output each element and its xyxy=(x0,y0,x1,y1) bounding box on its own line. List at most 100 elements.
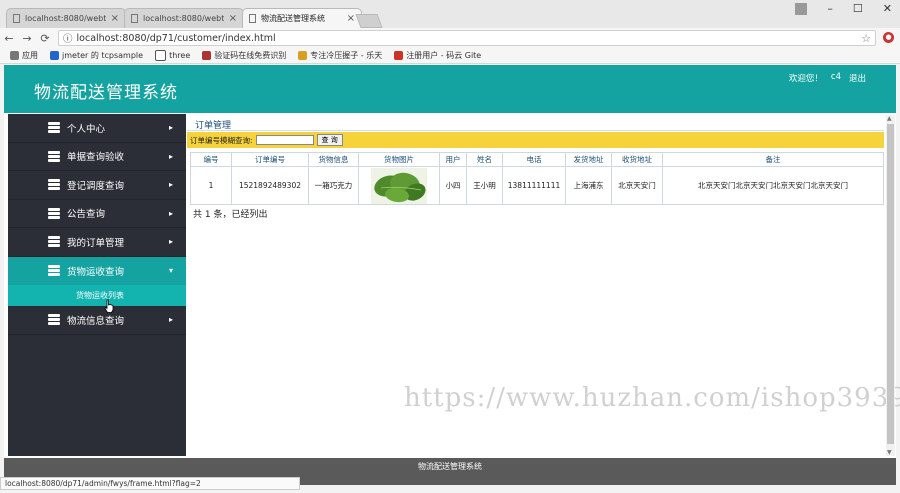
bookmark-label: jmeter 的 tcpsample xyxy=(62,51,144,60)
forward-icon[interactable]: → xyxy=(18,32,36,45)
watermark: https://www.huzhan.com/ishop39397 xyxy=(404,383,900,413)
reload-icon[interactable]: ⟳ xyxy=(36,32,54,45)
site-icon xyxy=(298,51,308,60)
close-icon[interactable]: × xyxy=(111,13,119,24)
bookmark-item[interactable]: three xyxy=(155,50,190,61)
stack-icon xyxy=(48,122,60,133)
cell-remark: 北京天安门北京天安门北京天安门北京天安门 xyxy=(662,166,884,205)
chevron-down-icon: ▾ xyxy=(168,266,173,276)
maximize-icon[interactable]: ☐ xyxy=(853,2,863,15)
order-no-search-input[interactable] xyxy=(255,135,314,145)
chevron-right-icon: ▸ xyxy=(168,315,173,325)
sidebar-item-label: 登记调度查询 xyxy=(67,180,125,192)
browser-status-bar: localhost:8080/dp71/admin/fwys/frame.htm… xyxy=(0,477,300,490)
table-row[interactable]: 1 1521892489302 一箱巧克力 小四 王小明 13811111111… xyxy=(190,166,884,205)
cell-name: 王小明 xyxy=(466,166,503,205)
stack-icon xyxy=(48,207,60,219)
page-icon xyxy=(155,50,167,61)
sidebar-item-label: 物流信息查询 xyxy=(67,315,125,327)
window-controls: – ☐ ✕ xyxy=(795,2,892,15)
scroll-down-icon[interactable]: ▼ xyxy=(887,449,892,456)
header-links: 欢迎您！ c4 退出 xyxy=(789,72,866,84)
bookmark-label: 注册用户 - 码云 Gite xyxy=(406,51,482,60)
url-text[interactable]: localhost:8080/dp71/customer/index.html xyxy=(77,33,858,44)
shield-icon xyxy=(50,51,59,60)
cell-from-address: 上海浦东 xyxy=(565,166,612,205)
tab-title: localhost:8080/webtoo xyxy=(143,14,224,23)
cell-user: 小四 xyxy=(439,166,467,205)
search-button[interactable]: 查 询 xyxy=(316,134,343,146)
page-icon xyxy=(13,14,20,23)
sidebar-subitem-goods-list[interactable]: 货物运收列表 xyxy=(8,285,186,306)
sidebar-item-dispatch-query[interactable]: 登记调度查询 ▸ xyxy=(8,171,186,200)
bookmark-apps[interactable]: 应用 xyxy=(10,50,38,61)
minimize-icon[interactable]: – xyxy=(827,2,833,15)
bookmark-label: 验证码在线免费识别 xyxy=(214,51,287,60)
chevron-right-icon: ▸ xyxy=(168,151,173,161)
bookmark-star-icon[interactable]: ☆ xyxy=(861,32,871,45)
page-title: 物流配送管理系统 xyxy=(34,83,178,103)
cell-goods: 一箱巧克力 xyxy=(308,166,359,205)
close-window-icon[interactable]: ✕ xyxy=(883,2,892,15)
sidebar-item-label: 我的订单管理 xyxy=(67,237,125,249)
gitee-icon xyxy=(394,51,404,60)
column-header: 货物图片 xyxy=(358,152,440,167)
url-field[interactable]: ⓘ localhost:8080/dp71/customer/index.htm… xyxy=(58,30,876,46)
stack-icon xyxy=(48,179,60,190)
sidebar-item-document-query[interactable]: 单据查询验收 ▸ xyxy=(8,143,186,171)
divider xyxy=(187,130,884,131)
page-icon xyxy=(131,14,138,23)
close-icon[interactable]: × xyxy=(229,13,237,24)
column-header: 电话 xyxy=(502,152,566,167)
welcome-text: 欢迎您！ xyxy=(788,74,823,84)
info-icon[interactable]: ⓘ xyxy=(63,31,73,45)
sidebar-item-notice-query[interactable]: 公告查询 ▸ xyxy=(8,200,186,228)
column-header: 收货地址 xyxy=(611,152,663,167)
stack-icon xyxy=(48,264,60,276)
sidebar-item-goods-query[interactable]: 货物运收查询 ▾ xyxy=(8,256,186,285)
close-icon[interactable]: × xyxy=(347,13,355,24)
column-header: 备注 xyxy=(662,152,884,167)
apps-grid-icon xyxy=(10,51,19,60)
hand-cursor-icon xyxy=(104,299,114,313)
sidebar-item-label: 个人中心 xyxy=(67,123,106,135)
bookmarks-bar: 应用 jmeter 的 tcpsample three 验证码在线免费识别 专注… xyxy=(0,48,900,64)
tab-title: 物流配送管理系统 xyxy=(261,14,325,23)
chevron-right-icon: ▸ xyxy=(168,208,173,218)
site-header: 物流配送管理系统 欢迎您！ c4 退出 xyxy=(4,65,896,113)
sidebar: 个人中心 ▸ 单据查询验收 ▸ 登记调度查询 ▸ 公告查询 ▸ 我的订单管理 ▸… xyxy=(8,114,186,456)
sidebar-item-personal-center[interactable]: 个人中心 ▸ xyxy=(8,114,186,143)
bookmark-item[interactable]: 验证码在线免费识别 xyxy=(202,50,286,61)
stack-icon xyxy=(48,150,60,162)
back-icon[interactable]: ← xyxy=(0,32,18,45)
web-page: 物流配送管理系统 欢迎您！ c4 退出 个人中心 ▸ 单据查询验收 ▸ 登记调度… xyxy=(4,65,900,485)
bookmark-item[interactable]: 专注冷压握子 - 乐天 xyxy=(298,50,382,61)
profile-icon[interactable] xyxy=(795,2,808,15)
bookmark-label: 专注冷压握子 - 乐天 xyxy=(310,51,383,60)
logout-link[interactable]: 退出 xyxy=(849,72,866,84)
cell-goods-image xyxy=(358,166,440,205)
cell-order-no: 1521892489302 xyxy=(231,166,309,205)
chevron-right-icon: ▸ xyxy=(168,123,173,133)
cell-phone: 13811111111 xyxy=(502,166,566,205)
sidebar-item-label: 货物运收查询 xyxy=(67,266,125,278)
sidebar-item-logistics-query[interactable]: 物流信息查询 ▸ xyxy=(8,306,186,335)
bookmark-label: three xyxy=(169,51,191,60)
site-icon xyxy=(202,51,212,60)
browser-tab-1[interactable]: localhost:8080/webtoo × xyxy=(6,8,126,28)
chevron-right-icon: ▸ xyxy=(168,237,173,247)
cell-to-address: 北京天安门 xyxy=(611,166,663,205)
new-tab-button[interactable] xyxy=(355,14,383,28)
bookmark-item[interactable]: 注册用户 - 码云 Gite xyxy=(394,50,481,61)
extension-icon[interactable]: ● xyxy=(883,32,894,43)
scroll-up-icon[interactable]: ▲ xyxy=(887,115,892,122)
column-header: 姓名 xyxy=(466,152,503,167)
bookmark-item[interactable]: jmeter 的 tcpsample xyxy=(50,50,143,61)
vertical-scrollbar[interactable]: ▲ ▼ xyxy=(886,115,895,456)
scrollbar-thumb[interactable] xyxy=(887,124,894,444)
sidebar-item-my-orders[interactable]: 我的订单管理 ▸ xyxy=(8,228,186,257)
browser-tab-2[interactable]: localhost:8080/webtoo × xyxy=(124,8,244,28)
address-bar: ← → ⟳ ⓘ localhost:8080/dp71/customer/ind… xyxy=(0,28,900,48)
column-header: 货物信息 xyxy=(308,152,359,167)
browser-tab-3[interactable]: 物流配送管理系统 × xyxy=(242,8,362,28)
